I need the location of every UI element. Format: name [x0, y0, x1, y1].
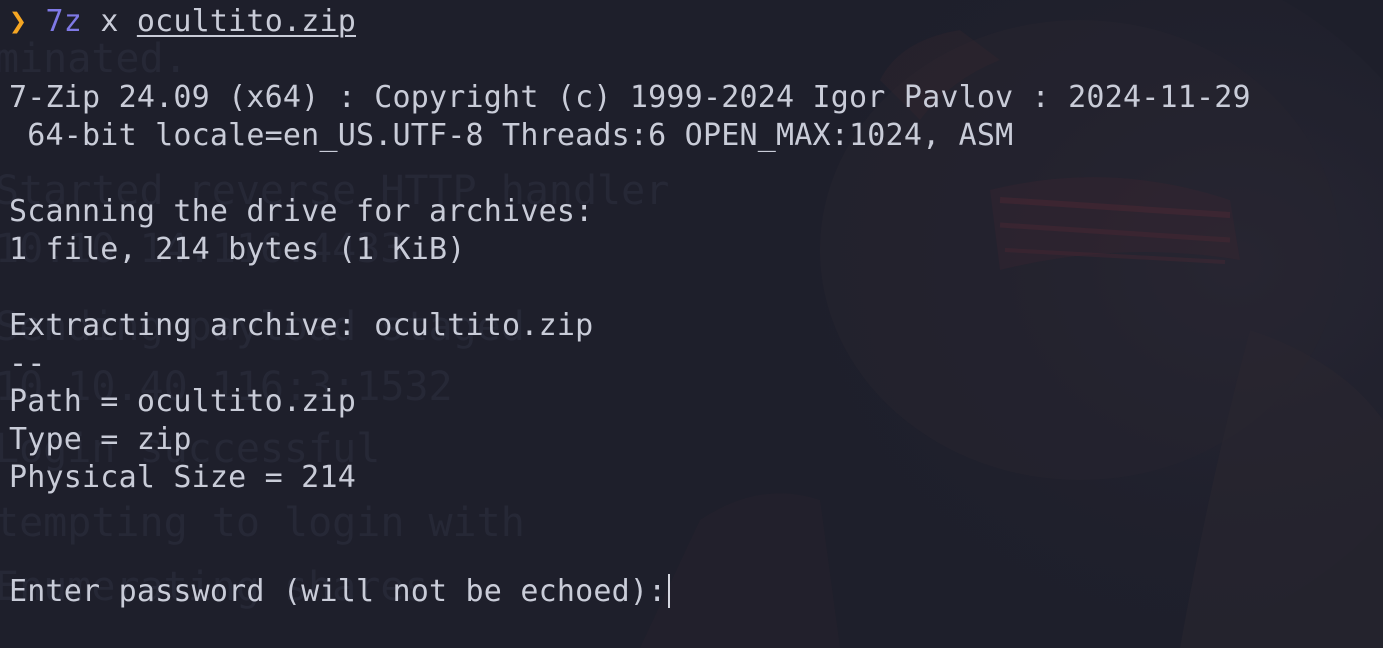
output-scanning: Scanning the drive for archives: [9, 194, 594, 229]
prompt-chevron-icon: ❯ [9, 4, 28, 39]
command-name: 7z [45, 4, 83, 39]
prompt-line: ❯ 7z x ocultito.zip [9, 3, 1383, 41]
command-subcommand: x [100, 4, 119, 39]
command-filename: ocultito.zip [136, 4, 356, 39]
password-prompt-text: Enter password (will not be echoed): [9, 574, 667, 609]
output-separator: -- [9, 346, 46, 381]
password-prompt-line[interactable]: Enter password (will not be echoed): [9, 573, 1383, 611]
output-locale: 64-bit locale=en_US.UTF-8 Threads:6 OPEN… [9, 118, 1014, 153]
output-file-count: 1 file, 214 bytes (1 KiB) [9, 232, 466, 267]
output-extracting: Extracting archive: ocultito.zip [9, 308, 594, 343]
output-physical-size: Physical Size = 214 [9, 460, 356, 495]
output-path: Path = ocultito.zip [9, 384, 356, 419]
terminal-window[interactable]: ❯ 7z x ocultito.zip 7-Zip 24.09 (x64) : … [0, 0, 1383, 648]
output-type: Type = zip [9, 422, 192, 457]
text-cursor[interactable] [668, 573, 671, 608]
output-version: 7-Zip 24.09 (x64) : Copyright (c) 1999-2… [9, 80, 1251, 115]
